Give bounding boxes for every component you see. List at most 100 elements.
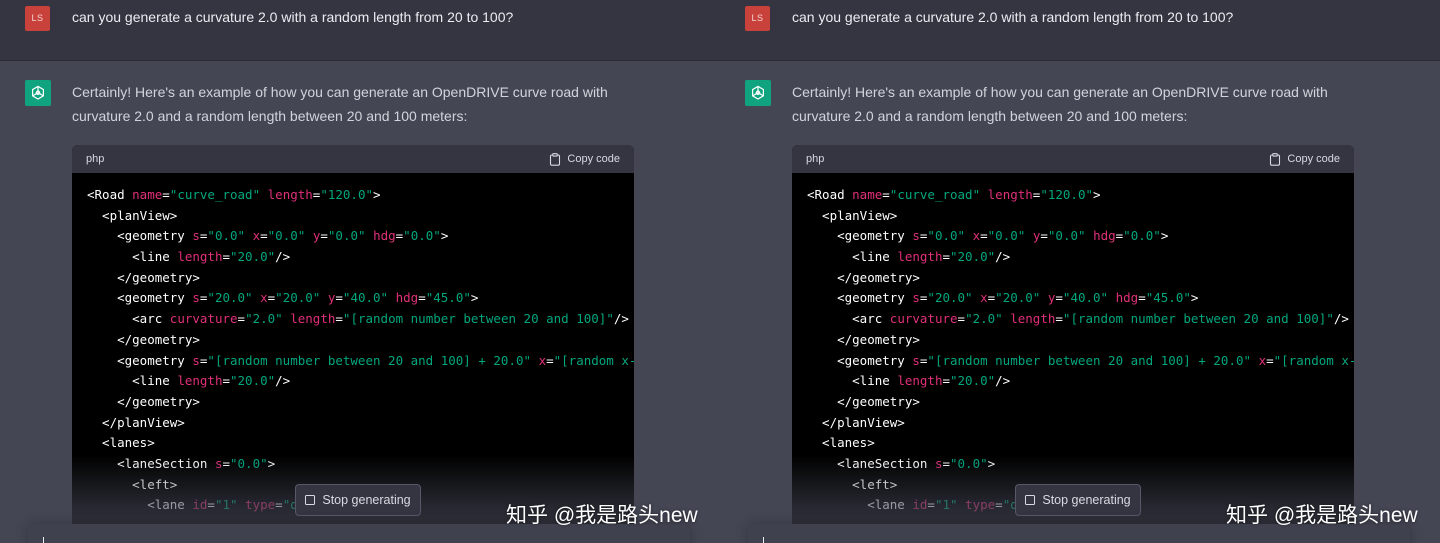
code-token-eq: = <box>275 497 283 513</box>
code-token-tag <box>973 290 981 305</box>
stop-generating-button[interactable]: Stop generating <box>1015 484 1141 516</box>
code-token-eq: = <box>942 455 950 471</box>
user-avatar: LS <box>745 6 770 31</box>
chat-pane-left: LS can you generate a curvature 2.0 with… <box>0 0 720 543</box>
code-token-attr: hdg <box>1093 228 1116 244</box>
code-line: <geometry s="20.0" x="20.0" y="40.0" hdg… <box>87 288 634 309</box>
code-token-attr: s <box>912 352 920 368</box>
code-line: <geometry s="0.0" x="0.0" y="0.0" hdg="0… <box>807 226 1354 247</box>
code-token-tag: <line <box>807 249 898 265</box>
code-token-attr: type <box>965 497 996 513</box>
code-token-eq: = <box>882 187 890 202</box>
code-token-attr: type <box>245 497 276 513</box>
code-token-val: "1" <box>934 497 958 513</box>
code-token-tag: > <box>373 187 381 202</box>
code-token-eq: = <box>207 497 215 513</box>
code-token-tag: <lanes> <box>87 435 155 451</box>
code-token-val: "0.0" <box>927 228 966 244</box>
stop-icon <box>1025 495 1036 505</box>
code-token-tag: </geometry> <box>87 393 200 409</box>
code-token-attr: id <box>192 497 208 513</box>
code-token-tag: <lanes> <box>807 435 875 451</box>
code-line: </geometry> <box>87 268 634 289</box>
code-token-attr: curvature <box>889 311 958 327</box>
code-line: </planView> <box>87 413 634 434</box>
code-token-tag: </geometry> <box>87 331 200 347</box>
code-token-val: "20.0" <box>230 249 276 265</box>
code-line: <planView> <box>807 206 1354 227</box>
stop-icon <box>305 495 316 505</box>
code-token-val: "0.0" <box>1047 228 1086 244</box>
code-token-attr: length <box>1010 311 1056 327</box>
code-token-tag: <laneSection <box>807 455 935 471</box>
code-token-eq: = <box>222 373 230 389</box>
code-token-tag <box>245 228 253 243</box>
copy-code-button[interactable]: Copy code <box>1269 152 1340 166</box>
code-content: <Road name="curve_road" length="120.0"> … <box>72 173 634 516</box>
code-token-tag: <left> <box>87 476 178 492</box>
code-token-eq: = <box>546 352 554 368</box>
code-line: <lanes> <box>87 433 634 454</box>
code-token-tag: > <box>1093 187 1101 202</box>
code-token-val: "[random number between 20 and 100]" <box>1062 311 1334 327</box>
code-token-eq: = <box>1055 290 1063 306</box>
stop-generating-button[interactable]: Stop generating <box>295 484 421 516</box>
code-line: <Road name="curve_road" length="120.0"> <box>807 185 1354 206</box>
code-token-attr: length <box>177 249 223 265</box>
code-token-attr: length <box>987 187 1033 202</box>
code-token-eq: = <box>222 455 230 471</box>
code-line: </geometry> <box>807 330 1354 351</box>
code-token-attr: x <box>252 228 261 244</box>
code-token-tag: > <box>267 455 276 471</box>
watermark: 知乎 @我是路头new <box>1226 504 1418 527</box>
code-token-eq: = <box>942 249 950 265</box>
chatgpt-logo-icon <box>745 80 771 106</box>
code-token-tag: > <box>440 228 449 244</box>
code-token-eq: = <box>335 311 343 327</box>
code-token-val: "[random x-coo <box>553 352 634 368</box>
code-token-attr: length <box>177 373 223 389</box>
code-token-tag: /> <box>613 311 629 327</box>
user-message-row: LS can you generate a curvature 2.0 with… <box>720 0 1440 61</box>
code-token-eq: = <box>162 187 170 202</box>
code-token-val: "0.0" <box>230 455 268 471</box>
code-token-val: "1" <box>214 497 238 513</box>
code-token-tag <box>305 228 313 243</box>
copy-code-button[interactable]: Copy code <box>549 152 620 166</box>
code-token-val: "20.0" <box>927 290 973 306</box>
code-token-val: "20.0" <box>950 249 996 265</box>
code-token-tag: </planView> <box>87 414 185 430</box>
code-line: </geometry> <box>807 268 1354 289</box>
code-token-val: "0.0" <box>327 228 366 244</box>
code-token-tag: <arc <box>807 311 890 327</box>
code-token-tag: </geometry> <box>807 269 920 285</box>
assistant-message-text: Certainly! Here's an example of how you … <box>792 84 1328 124</box>
code-token-attr: x <box>260 290 268 306</box>
copy-code-label: Copy code <box>1287 153 1340 165</box>
code-token-val: "20.0" <box>950 373 996 389</box>
code-token-tag: <laneSection <box>87 455 215 471</box>
code-token-tag <box>1251 353 1259 368</box>
code-token-tag: <geometry <box>87 352 193 368</box>
code-line: </geometry> <box>807 392 1354 413</box>
code-line: <line length="20.0"/> <box>807 247 1354 268</box>
code-token-attr: length <box>897 249 943 265</box>
code-token-tag: > <box>1160 228 1169 244</box>
code-token-eq: = <box>237 311 246 327</box>
code-token-val: "0.0" <box>987 228 1026 244</box>
code-token-tag: > <box>987 455 996 471</box>
text-cursor <box>43 537 44 543</box>
code-line: <planView> <box>87 206 634 227</box>
code-language-label: php <box>86 153 105 165</box>
code-token-tag <box>253 290 261 305</box>
code-token-tag: <left> <box>807 476 898 492</box>
code-token-val: "0.0" <box>950 455 988 471</box>
code-token-attr: s <box>912 290 920 306</box>
code-line: <line length="20.0"/> <box>807 371 1354 392</box>
code-token-tag <box>320 290 328 305</box>
code-line: <arc curvature="2.0" length="[random num… <box>87 309 634 330</box>
code-line: <geometry s = "[random number between 20 a… <box>807 351 1354 372</box>
code-token-val: "120.0" <box>1040 187 1094 202</box>
code-token-eq: = <box>1266 352 1274 368</box>
clipboard-icon <box>1270 152 1281 166</box>
